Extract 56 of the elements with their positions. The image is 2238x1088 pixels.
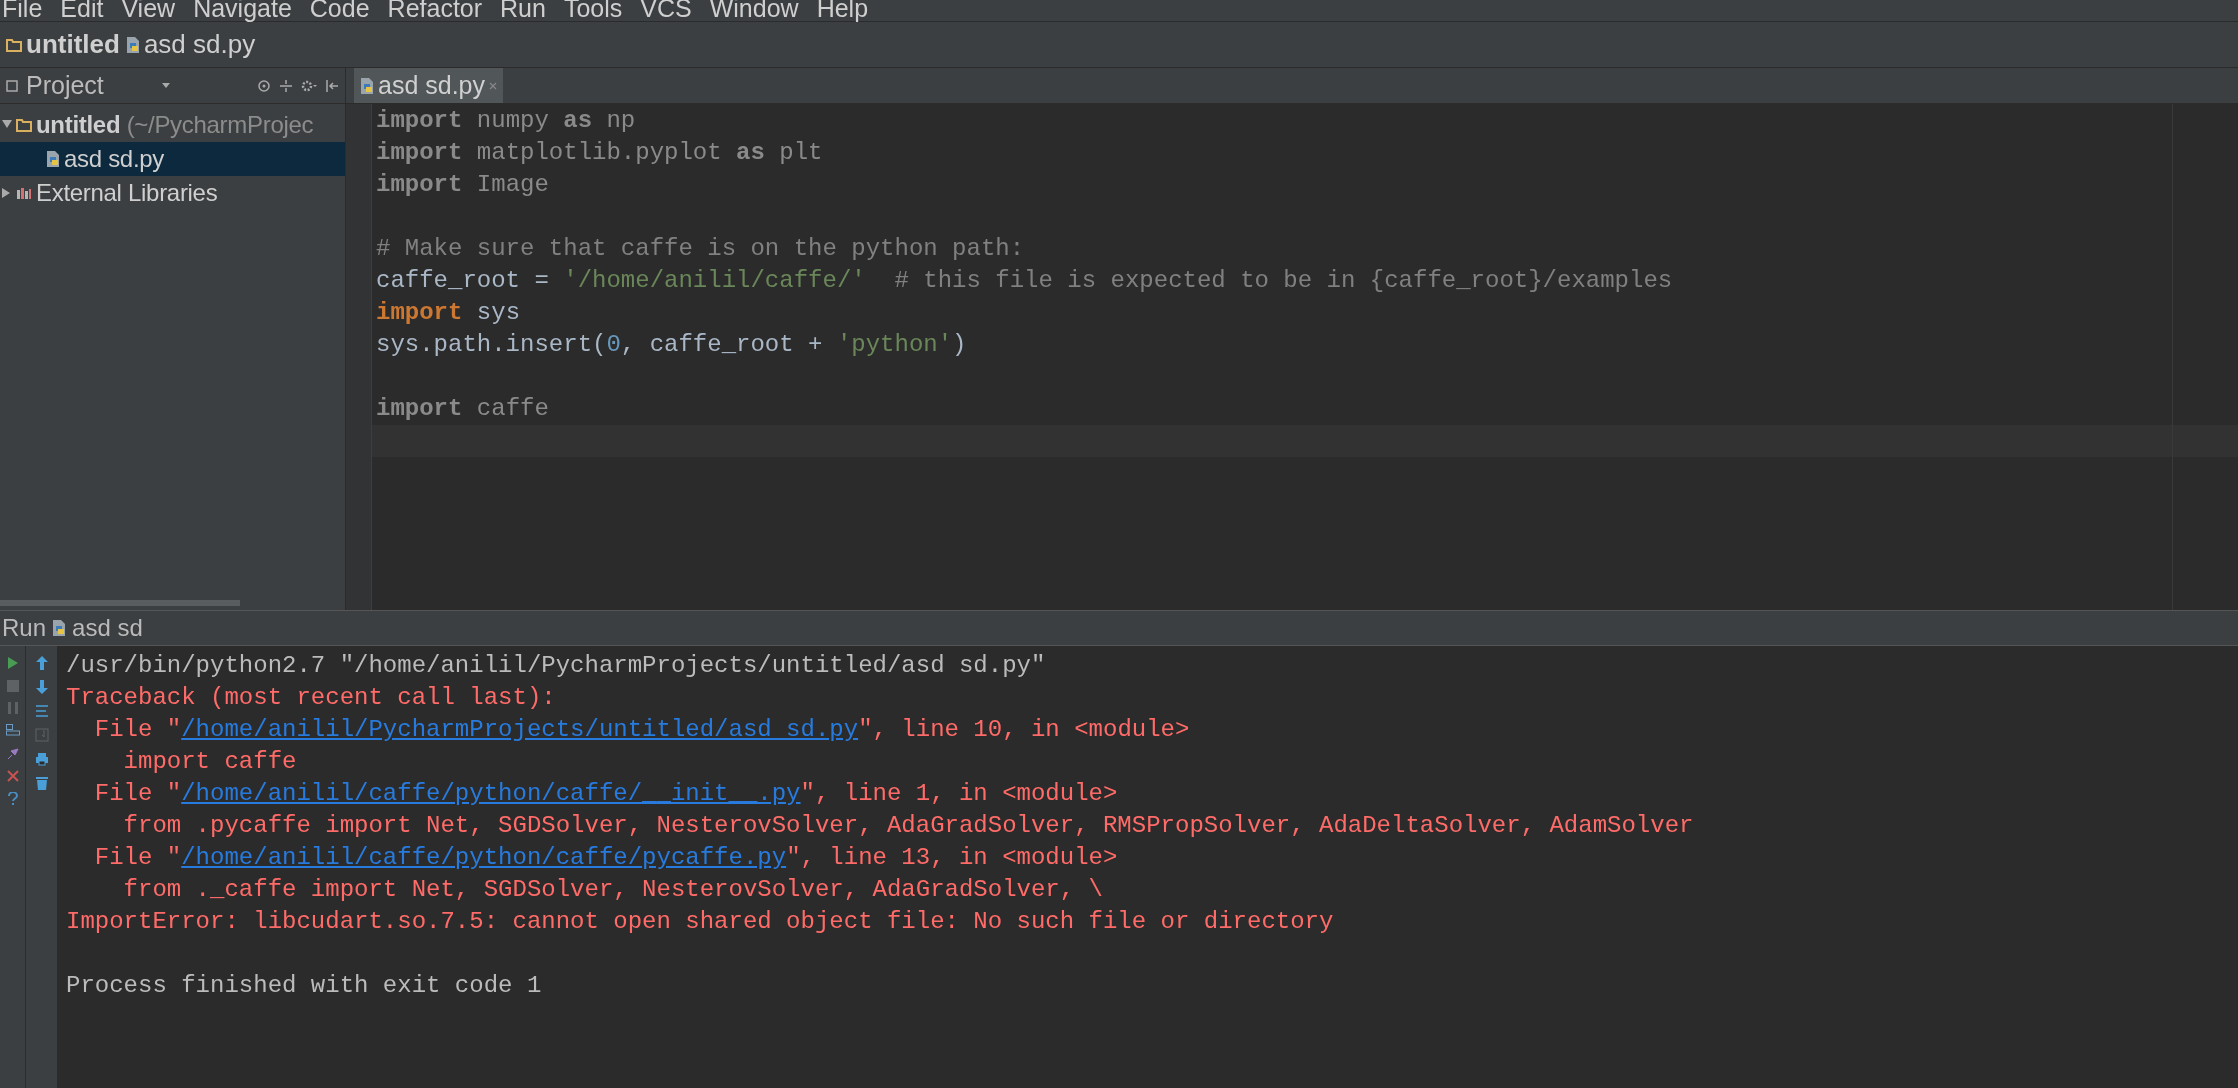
console-line: from .pycaffe import Net, SGDSolver, NesterovSolver, AdaGradSolver, RMSPropSolver, AdaDeltaSolver, AdamSolver [122, 811, 1694, 841]
code-line: import caffe [376, 394, 549, 424]
console-line: ImportError: libcudart.so.7.5: cannot open shared object file: No such file or directory [66, 907, 1334, 937]
collapse-icon[interactable] [279, 78, 293, 93]
console-line: File "/home/anilil/caffe/python/caffe/__init__.py", line 1, in <module> [93, 779, 1118, 809]
trash-icon[interactable] [35, 776, 48, 790]
folder-icon [16, 118, 32, 132]
panel-title[interactable]: Run [2, 610, 47, 646]
pin-icon[interactable] [5, 746, 20, 760]
code-line: caffe_root = '/home/anilil/caffe/' # this file is expected to be in {caffe_root}/examples [376, 266, 1673, 296]
expand-arrow-icon[interactable] [2, 120, 12, 130]
console-line: import caffe [122, 747, 297, 777]
up-arrow-icon[interactable] [35, 656, 48, 670]
console-line: Traceback (most recent call last): [66, 683, 556, 713]
tree-item[interactable]: untitled (~/PycharmProjec [0, 108, 345, 142]
console-line: Process finished with exit code 1 [66, 971, 542, 1001]
console-line: /usr/bin/python2.7 "/home/anilil/PycharmProjects/untitled/asd sd.py" [66, 651, 1046, 681]
print-icon[interactable] [34, 752, 49, 766]
code-line: import sys [376, 298, 521, 328]
python-file-icon [360, 76, 374, 95]
code-line: import numpy as np [376, 106, 636, 136]
menu-item[interactable]: VCS [640, 0, 692, 21]
folder-icon [6, 37, 22, 52]
hide-panel-icon[interactable] [325, 78, 339, 93]
run-config-label[interactable]: asd sd [72, 610, 143, 646]
panel-icon [6, 79, 18, 92]
console-line: File "/home/anilil/caffe/python/caffe/pycaffe.py", line 13, in <module> [93, 843, 1118, 873]
console-line: File "/home/anilil/PycharmProjects/untitled/asd sd.py", line 10, in <module> [93, 715, 1190, 745]
console-line: from ._caffe import Net, SGDSolver, NesterovSolver, AdaGradSolver, \ [122, 875, 1103, 905]
help-icon[interactable] [7, 792, 18, 806]
code-line: import matplotlib.pyplot as plt [376, 138, 823, 168]
horizontal-scrollbar[interactable] [0, 600, 240, 606]
python-file-icon [52, 619, 67, 637]
breadcrumb-item[interactable]: untitled [6, 25, 120, 64]
library-icon [16, 186, 32, 200]
settings-icon[interactable] [301, 78, 317, 93]
expand-arrow-icon[interactable] [2, 188, 12, 198]
python-file-icon [125, 35, 140, 54]
editor-tab[interactable]: asd sd.py [354, 68, 503, 103]
tree-item[interactable]: asd sd.py [0, 142, 345, 176]
menu-item[interactable]: Run [500, 0, 546, 21]
target-icon[interactable] [257, 78, 271, 93]
layout-icon[interactable] [5, 724, 20, 736]
close-icon[interactable] [6, 770, 19, 782]
close-icon[interactable] [489, 81, 497, 90]
code-line: # Make sure that caffe is on the python path: [376, 234, 1025, 264]
panel-title[interactable]: Project [26, 66, 104, 105]
breadcrumb-item[interactable]: asd sd.py [125, 25, 256, 64]
tree-item[interactable]: External Libraries [0, 176, 345, 210]
run-icon[interactable] [6, 656, 19, 670]
dropdown-caret-icon[interactable] [161, 82, 170, 89]
code-line: import Image [376, 170, 549, 200]
python-file-icon [46, 150, 60, 168]
wrap-icon[interactable] [34, 704, 49, 718]
down-arrow-icon[interactable] [35, 680, 48, 694]
code-line: sys.path.insert(0, caffe_root + 'python') [376, 330, 967, 360]
